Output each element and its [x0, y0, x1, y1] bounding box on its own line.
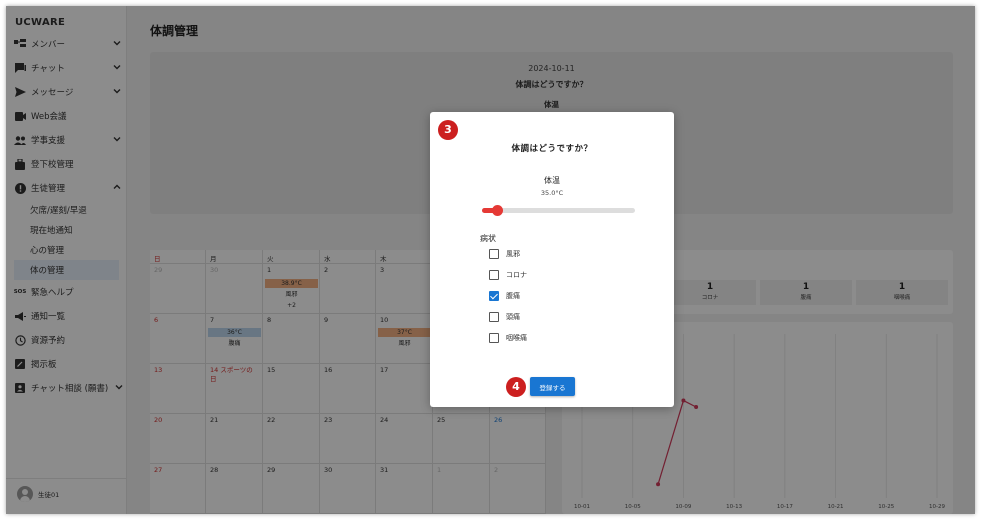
step-badge: 4: [506, 377, 526, 397]
temperature-label: 体温: [544, 176, 560, 185]
symptom-label: 咽喉痛: [506, 334, 527, 342]
checkbox[interactable]: [489, 333, 499, 343]
health-check-dialog: 3 体調はどうですか？ 体温 35.0°C 病状 風邪 コロナ 腹痛 頭痛 咽喉…: [430, 112, 674, 407]
symptom-label: 風邪: [506, 250, 520, 258]
symptom-option[interactable]: 腹痛: [489, 289, 520, 303]
dialog-title: 体調はどうですか？: [511, 144, 593, 154]
submit-button[interactable]: 登録する: [530, 377, 575, 396]
checkbox[interactable]: [489, 249, 499, 259]
checkbox[interactable]: [489, 312, 499, 322]
symptom-label: 腹痛: [506, 292, 520, 300]
checkbox[interactable]: [489, 270, 499, 280]
symptom-label: 頭痛: [506, 313, 520, 321]
symptom-option[interactable]: コロナ: [489, 268, 527, 282]
step-badge: 3: [438, 120, 458, 140]
symptom-option[interactable]: 咽喉痛: [489, 331, 527, 345]
symptoms-label: 病状: [480, 234, 496, 243]
slider-thumb[interactable]: [492, 205, 504, 216]
symptom-option[interactable]: 頭痛: [489, 310, 520, 324]
checkbox[interactable]: [489, 291, 499, 301]
temperature-slider[interactable]: [482, 205, 635, 216]
symptom-option[interactable]: 風邪: [489, 247, 520, 261]
symptom-label: コロナ: [506, 271, 527, 279]
temperature-value: 35.0°C: [540, 189, 564, 197]
app-window: UCWARE メンバー チャット メッセージ Web会議 学事支援 登下校管理 …: [6, 6, 975, 514]
